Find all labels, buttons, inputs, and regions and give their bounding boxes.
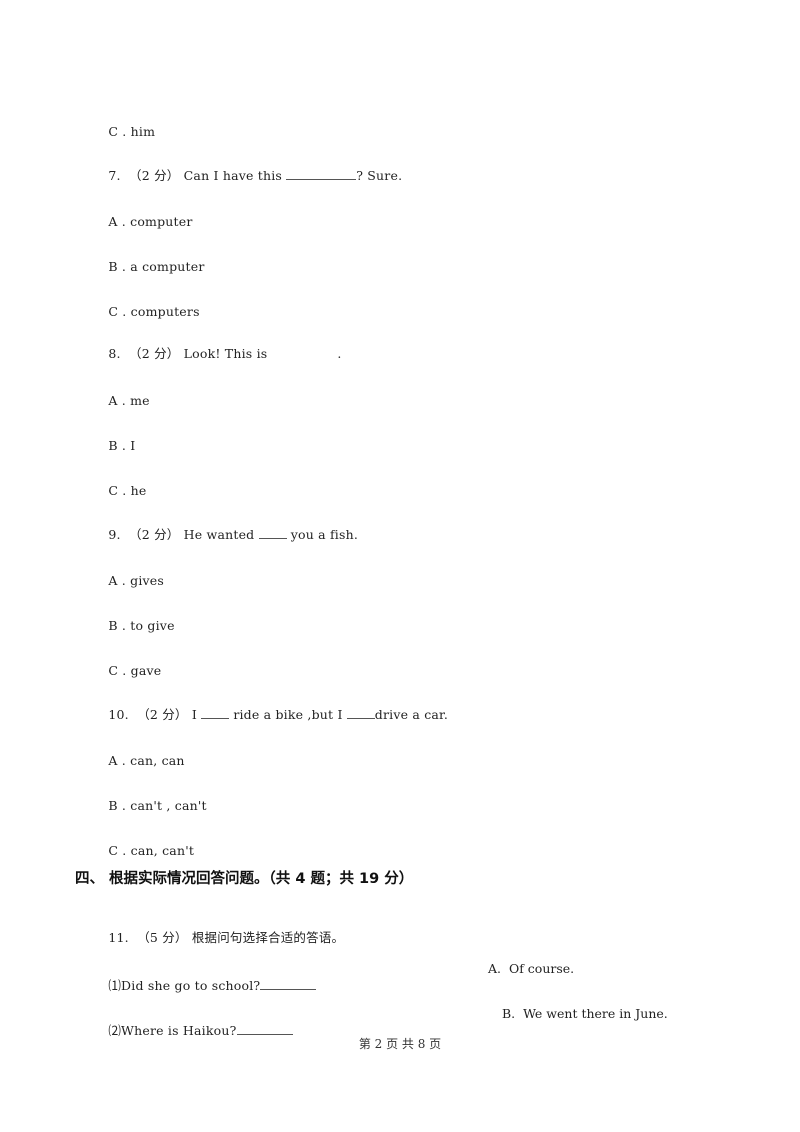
question-number: 9. [108, 527, 121, 542]
option-a-q8: A . me [100, 377, 150, 409]
question-text-before: He wanted [183, 527, 259, 542]
option-letter: C [108, 483, 119, 498]
section-heading: 四、 根据实际情况回答问题。（共 4 题；共 19 分） [75, 871, 414, 887]
option-b-q7: B . a computer [100, 243, 205, 275]
option-separator: . [117, 573, 131, 588]
answer-blank [236, 1022, 293, 1035]
option-a-q10: A . can, can [100, 737, 185, 769]
question-score: （5 分） [137, 930, 188, 945]
option-text: gave [130, 663, 162, 678]
answer-blank [258, 526, 287, 539]
option-text: him [130, 124, 156, 139]
question-instruction: 根据问句选择合适的答语。 [191, 930, 345, 945]
answer-blank [260, 977, 317, 990]
option-letter: C [108, 124, 119, 139]
question-text-part3: drive a car. [374, 707, 449, 722]
question-11-stem: 11. （5 分） 根据问句选择合适的答语。 [100, 914, 344, 946]
option-separator: . [118, 483, 131, 498]
answer-blank [286, 167, 357, 180]
option-letter: B [108, 798, 118, 813]
match-answer-a: A. Of course. [488, 961, 575, 976]
question-score: （2 分） [137, 707, 188, 722]
question-8-stem: 8. （2 分） Look! This is. [100, 330, 342, 362]
option-letter: A [108, 573, 118, 588]
option-separator: . [118, 304, 131, 319]
question-text-part2: ride a bike ,but I [229, 707, 347, 722]
option-a-q9: A . gives [100, 557, 164, 589]
question-score: （2 分） [129, 168, 180, 183]
question-10-stem: 10. （2 分） I ride a bike ,but I drive a c… [100, 690, 448, 723]
option-letter: A [108, 393, 118, 408]
option-separator: . [118, 843, 131, 858]
option-separator: . [117, 798, 131, 813]
match-question-1: ⑴Did she go to school? [100, 961, 317, 994]
match-question-text: ⑴Did she go to school? [108, 978, 261, 993]
question-text-after: . [337, 346, 342, 361]
option-text: I [130, 438, 136, 453]
question-9-stem: 9. （2 分） He wanted you a fish. [100, 510, 358, 543]
question-text-after: you a fish. [286, 527, 359, 542]
option-a-q7: A . computer [100, 198, 193, 230]
option-c-q10: C . can, can't [100, 827, 194, 859]
option-separator: . [118, 124, 131, 139]
option-b-q10: B . can't , can't [100, 782, 207, 814]
option-c-q9: C . gave [100, 647, 161, 679]
option-b-q9: B . to give [100, 602, 175, 634]
answer-blank-1 [201, 706, 230, 719]
option-text: gives [130, 573, 164, 588]
option-text: can't , can't [130, 798, 207, 813]
question-number: 11. [108, 930, 129, 945]
answer-blank-2 [346, 706, 375, 719]
option-letter: C [108, 843, 119, 858]
option-letter: C [108, 663, 119, 678]
question-text-before: Can I have this [183, 168, 287, 183]
question-7-stem: 7. （2 分） Can I have this ? Sure. [100, 151, 402, 184]
question-number: 8. [108, 346, 121, 361]
option-letter: A [108, 753, 118, 768]
option-letter: B [108, 259, 118, 274]
option-text: can, can [130, 753, 185, 768]
option-separator: . [118, 663, 131, 678]
option-text: to give [130, 618, 175, 633]
option-letter: C [108, 304, 119, 319]
page-footer: 第 2 页 共 8 页 [358, 1037, 442, 1051]
option-text: can, can't [130, 843, 195, 858]
option-letter: B [108, 438, 118, 453]
question-score: （2 分） [129, 346, 180, 361]
option-c-q8: C . he [100, 467, 147, 499]
question-text-after: ? Sure. [356, 168, 403, 183]
option-separator: . [117, 618, 131, 633]
match-answer-b: B. We went there in June. [502, 1006, 668, 1021]
option-separator: . [117, 259, 131, 274]
question-text-before: Look! This is [183, 346, 268, 361]
option-separator: . [117, 214, 131, 229]
option-letter: A [108, 214, 118, 229]
question-number: 10. [108, 707, 129, 722]
question-number: 7. [108, 168, 121, 183]
option-text: a computer [130, 259, 205, 274]
option-text: computer [130, 214, 193, 229]
option-b-q8: B . I [100, 422, 135, 454]
question-text-part1: I [191, 707, 202, 722]
option-separator: . [117, 753, 131, 768]
option-text: he [130, 483, 147, 498]
option-text: computers [130, 304, 200, 319]
option-c-q7: C . computers [100, 288, 200, 320]
option-letter: B [108, 618, 118, 633]
question-score: （2 分） [129, 527, 180, 542]
option-text: me [130, 393, 150, 408]
option-separator: . [117, 393, 131, 408]
option-separator: . [117, 438, 131, 453]
option-c-q6: C . him [100, 108, 155, 140]
